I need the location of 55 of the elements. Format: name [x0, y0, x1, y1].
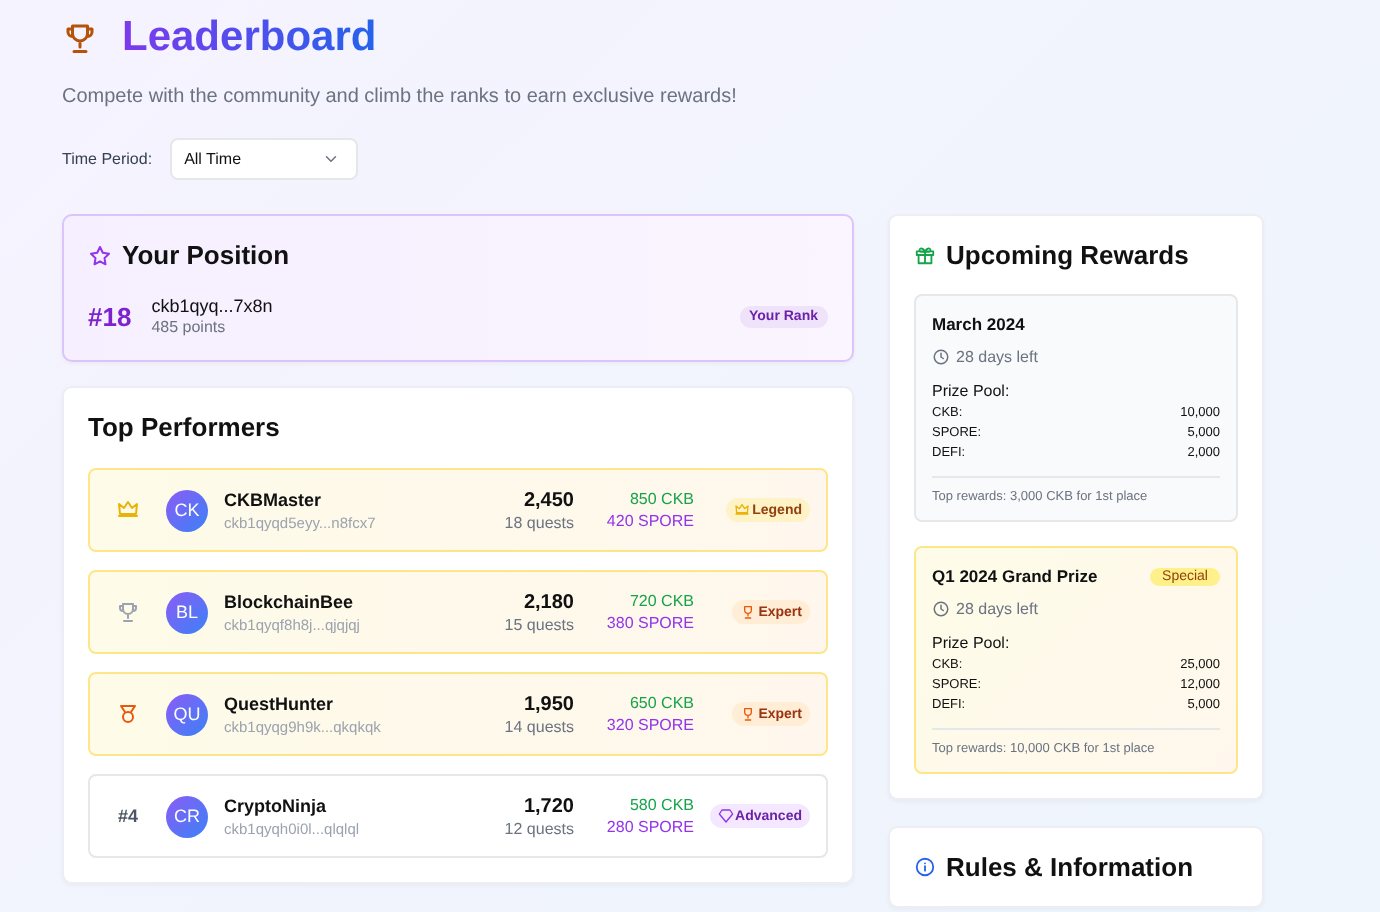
reward-title: Q1 2024 Grand Prize [932, 566, 1098, 586]
clock-icon [932, 348, 950, 366]
points-value: 2,180 [521, 591, 574, 613]
player-name: CryptoNinja [224, 795, 329, 815]
ckb-reward: 650 CKB [627, 692, 694, 714]
quest-count: 18 quests [504, 513, 574, 531]
ckb-reward: 580 CKB [627, 794, 694, 816]
avatar-circle: CR [166, 795, 208, 837]
clock-icon [932, 600, 950, 618]
time-period-label: Time Period: [62, 150, 153, 168]
quest-count: 14 quests [504, 717, 574, 735]
ckb-reward: 720 CKB [627, 590, 694, 612]
avatar-circle: BL [166, 591, 208, 633]
trophy-icon [62, 20, 98, 56]
player-name: BlockchainBee [224, 591, 356, 611]
points-value: 1,720 [521, 795, 574, 817]
points-value: 2,450 [521, 489, 574, 511]
reward-title: March 2024 [932, 314, 1025, 334]
info-icon [914, 856, 936, 878]
time-period-select[interactable]: All Time [170, 138, 359, 180]
rank-number: #4 [117, 806, 138, 826]
medal-icon [116, 702, 140, 726]
player-name: QuestHunter [224, 693, 336, 713]
player-name: CKBMaster [224, 489, 324, 509]
star-icon [88, 243, 112, 267]
trophy-icon [740, 706, 757, 722]
avatar-circle: QU [166, 693, 208, 735]
crown-icon [734, 502, 751, 518]
points-value: 1,950 [521, 693, 574, 715]
page-subtitle: Compete with the community and climb the ranks to earn exclusive rewards! [62, 86, 739, 108]
avatar-circle: CK [166, 489, 208, 531]
prize-pool-label: Prize Pool: [932, 382, 1012, 400]
rank-number: #18 [88, 301, 132, 331]
your-position-title: Your Position [122, 240, 290, 270]
quest-count: 12 quests [504, 819, 574, 837]
crown-icon [116, 498, 140, 522]
time-left: 28 days left [956, 348, 1038, 366]
trophy-icon [116, 600, 140, 624]
chevron-down-icon [322, 150, 341, 168]
prize-pool-label: Prize Pool: [932, 634, 1012, 652]
spore-reward: 380 SPORE [604, 612, 694, 634]
gift-icon [914, 244, 936, 266]
wallet-address: ckb1qyq...7x8n [151, 296, 273, 316]
time-left: 28 days left [956, 600, 1038, 618]
trophy-icon [740, 604, 757, 620]
quest-count: 15 quests [504, 615, 574, 633]
ckb-reward: 850 CKB [627, 488, 694, 510]
gem-icon [717, 808, 734, 824]
points-text: 485 points [151, 318, 228, 336]
top-performers-title: Top Performers [88, 412, 282, 442]
rewards-title: Upcoming Rewards [946, 240, 1189, 270]
spore-reward: 420 SPORE [604, 510, 694, 532]
spore-reward: 280 SPORE [604, 816, 694, 838]
spore-reward: 320 SPORE [604, 714, 694, 736]
rules-title: Rules & Information [946, 852, 1194, 882]
